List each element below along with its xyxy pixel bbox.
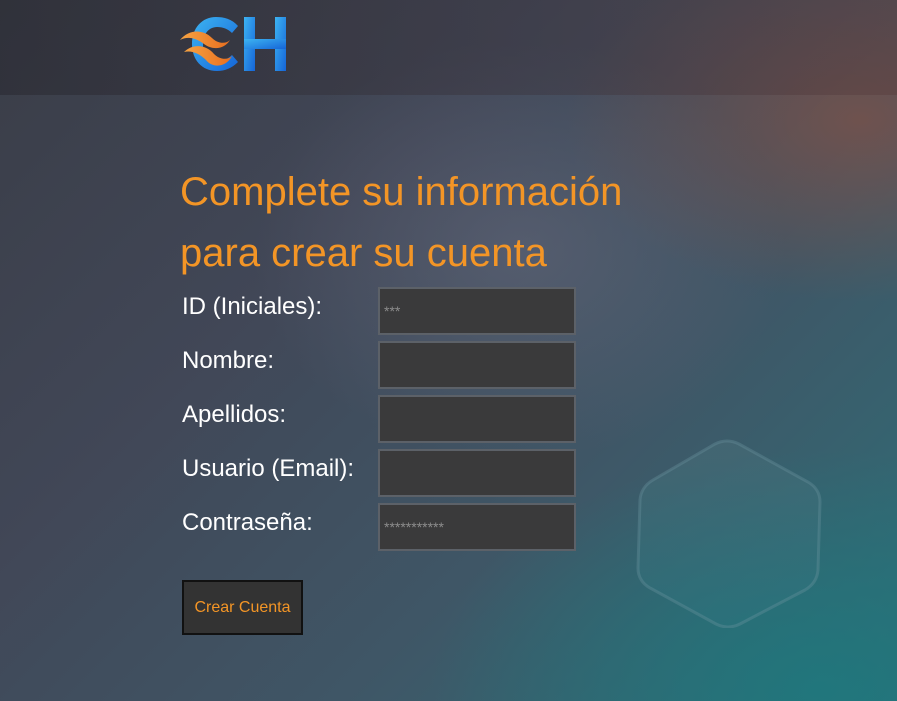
page-title-line-2: para crear su cuenta bbox=[180, 231, 547, 275]
form-row-nombre: Nombre: bbox=[182, 341, 582, 389]
header-bar bbox=[0, 0, 897, 95]
id-label: ID (Iniciales): bbox=[182, 293, 323, 320]
page-title: Complete su información para crear su cu… bbox=[180, 162, 700, 284]
form-row-apellidos: Apellidos: bbox=[182, 395, 582, 443]
password-label: Contraseña: bbox=[182, 509, 313, 536]
nombre-label: Nombre: bbox=[182, 347, 275, 374]
nombre-input[interactable] bbox=[378, 341, 576, 389]
email-label: Usuario (Email): bbox=[182, 455, 355, 482]
create-account-button[interactable]: Crear Cuenta bbox=[182, 580, 303, 635]
apellidos-label: Apellidos: bbox=[182, 401, 287, 428]
form-row-password: Contraseña: bbox=[182, 503, 582, 551]
page-title-line-1: Complete su información bbox=[180, 170, 623, 214]
form-row-email: Usuario (Email): bbox=[182, 449, 582, 497]
apellidos-input[interactable] bbox=[378, 395, 576, 443]
id-initials-input[interactable] bbox=[378, 287, 576, 335]
hexagon-decoration bbox=[630, 438, 825, 629]
email-input[interactable] bbox=[378, 449, 576, 497]
ch-logo bbox=[180, 14, 290, 74]
form-row-id: ID (Iniciales): bbox=[182, 287, 582, 335]
password-input[interactable] bbox=[378, 503, 576, 551]
